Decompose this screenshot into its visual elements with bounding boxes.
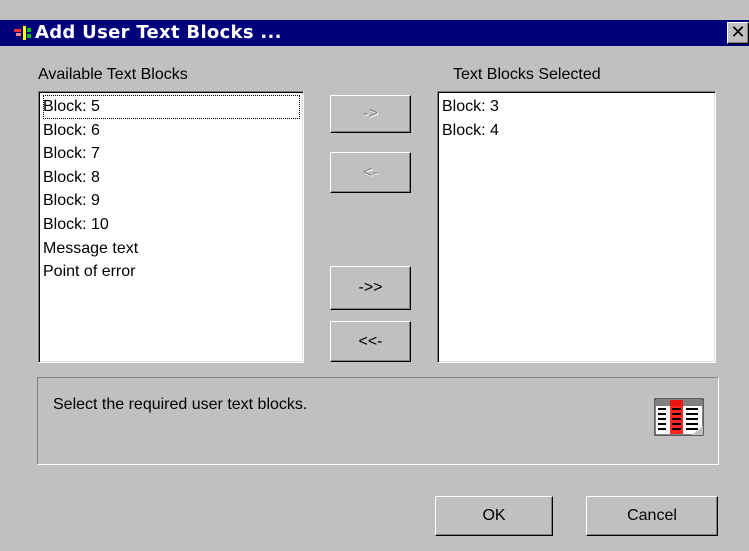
list-item[interactable]: Block: 9 [43,189,300,213]
available-blocks-list[interactable]: Block: 5 Block: 6 Block: 7 Block: 8 Bloc… [38,91,304,363]
add-all-button[interactable]: ->> [330,266,411,310]
hint-panel [37,377,719,465]
add-selected-button[interactable]: -> [330,95,411,133]
selected-blocks-label: Text Blocks Selected [453,66,601,83]
list-item[interactable]: Block: 4 [442,119,712,143]
list-item[interactable]: Block: 10 [43,213,300,237]
app-icon [14,26,31,40]
text-blocks-list-icon [654,398,704,436]
list-item[interactable]: Block: 5 [43,95,300,119]
list-item[interactable]: Block: 6 [43,119,300,143]
remove-all-button[interactable]: <<- [330,321,411,362]
ok-button[interactable]: OK [435,496,553,536]
selected-blocks-list[interactable]: Block: 3 Block: 4 [437,91,716,363]
close-icon: ✕ [730,22,746,43]
list-item[interactable]: Block: 3 [442,95,712,119]
window-title: Add User Text Blocks ... [35,22,282,43]
list-item[interactable]: Point of error [43,260,300,284]
list-item[interactable]: Block: 7 [43,142,300,166]
cancel-button[interactable]: Cancel [586,496,718,536]
list-item[interactable]: Block: 8 [43,166,300,190]
available-blocks-label: Available Text Blocks [38,66,188,83]
hint-text: Select the required user text blocks. [53,396,308,413]
remove-selected-button[interactable]: <- [330,152,411,193]
close-button[interactable]: ✕ [727,22,749,44]
title-bar: Add User Text Blocks ... ✕ [0,20,749,46]
list-item[interactable]: Message text [43,237,300,261]
